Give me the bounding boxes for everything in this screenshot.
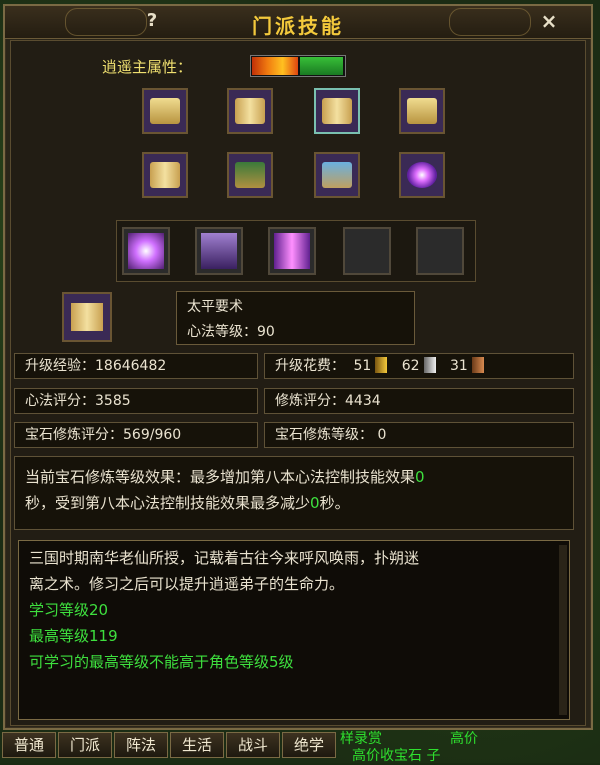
window-title: 门派技能: [252, 14, 344, 38]
description-scrollbar[interactable]: [559, 545, 567, 715]
mage-skill-icon[interactable]: [195, 227, 243, 275]
beam-skill-icon: [274, 233, 310, 269]
chest-icon: [235, 162, 265, 188]
galaxy-icon[interactable]: [399, 152, 445, 198]
gold-book-icon: [375, 357, 388, 373]
book-icon[interactable]: [399, 88, 445, 134]
desc-line1: 三国时期南华老仙所授，记载着古往今来呼风唤雨，扑朔迷: [29, 549, 420, 567]
selected-book-icon: [62, 292, 112, 342]
galaxy-icon: [407, 162, 437, 188]
upgrade-exp: 升级经验：18646482: [14, 353, 258, 379]
burst-skill-icon[interactable]: [122, 227, 170, 275]
scroll-icon: [71, 303, 103, 331]
tab-battle[interactable]: 战斗: [226, 732, 280, 758]
cost-gold: 51: [353, 358, 372, 374]
desc-line2: 离之术。修习之后可以提升逍遥弟子的生命力。: [29, 575, 345, 593]
cost-label: 升级花费：: [275, 358, 345, 374]
gem-level: 宝石修炼等级： 0: [264, 422, 574, 448]
silver-book-icon: [423, 357, 436, 373]
gem-score: 宝石修炼评分：569/960: [14, 422, 258, 448]
gem-effect-text: 当前宝石修炼等级效果：最多增加第八本心法控制技能效果0 秒，受到第八本心法控制技…: [14, 456, 574, 530]
blue-scroll-icon: [322, 162, 352, 188]
upgrade-cost: 升级花费： 51 62 31: [264, 353, 574, 379]
active-skill-row: [116, 220, 476, 282]
effect-line2a: 秒，受到第八本心法控制技能效果最多减少: [25, 494, 311, 512]
scroll-icon[interactable]: [227, 88, 273, 134]
max-level: 最高等级119: [29, 627, 118, 645]
chat-text: 高价收宝石 子: [352, 748, 441, 764]
wood-attribute-icon: [300, 57, 343, 75]
xinfa-score: 心法评分：3585: [14, 388, 258, 414]
skill-description: 三国时期南华老仙所授，记载着古往今来呼风唤雨，扑朔迷 离之术。修习之后可以提升逍…: [18, 540, 570, 720]
scroll-icon: [322, 98, 352, 124]
blue-scroll-icon[interactable]: [314, 152, 360, 198]
chest-icon[interactable]: [227, 152, 273, 198]
scroll-icon: [235, 98, 265, 124]
fire-attribute-icon: [252, 57, 298, 75]
chat-text: 高价: [450, 731, 478, 747]
cost-bronze: 31: [450, 358, 468, 374]
effect-value1: 0: [415, 468, 425, 486]
tab-formation[interactable]: 阵法: [114, 732, 168, 758]
mage-skill-icon: [201, 233, 237, 269]
scroll-icon: [150, 162, 180, 188]
bronze-book-icon: [471, 357, 484, 373]
cost-silver: 62: [401, 358, 420, 374]
close-button[interactable]: ×: [537, 9, 561, 33]
burst-skill-icon: [128, 233, 164, 269]
book-icon: [150, 98, 180, 124]
book-icon: [407, 98, 437, 124]
xiulian-score: 修炼评分：4434: [264, 388, 574, 414]
tab-ultimate[interactable]: 绝学: [282, 732, 336, 758]
title-bar[interactable]: ? 门派技能 ×: [5, 6, 591, 39]
book-icon[interactable]: [142, 88, 188, 134]
effect-value2: 0: [310, 494, 320, 512]
empty-skill-slot[interactable]: [343, 227, 391, 275]
empty-skill-slot[interactable]: [416, 227, 464, 275]
skill-name: 太平要术: [187, 299, 243, 315]
main-attribute-label: 逍遥主属性：: [102, 58, 193, 76]
scroll-icon[interactable]: [142, 152, 188, 198]
learn-level: 学习等级20: [29, 601, 109, 619]
skill-level: 心法等级：90: [187, 324, 275, 340]
main-attribute-indicator: [250, 55, 346, 77]
scroll-icon-selected[interactable]: [314, 88, 360, 134]
effect-line2b: 秒。: [319, 494, 350, 512]
tab-normal[interactable]: 普通: [2, 732, 56, 758]
effect-line1: 当前宝石修炼等级效果：最多增加第八本心法控制技能效果: [25, 468, 416, 486]
beam-skill-icon[interactable]: [268, 227, 316, 275]
level-limit: 可学习的最高等级不能高于角色等级5级: [29, 653, 294, 671]
tab-sect[interactable]: 门派: [58, 732, 112, 758]
selected-skill-info: 太平要术 心法等级：90: [176, 291, 415, 345]
tab-life[interactable]: 生活: [170, 732, 224, 758]
